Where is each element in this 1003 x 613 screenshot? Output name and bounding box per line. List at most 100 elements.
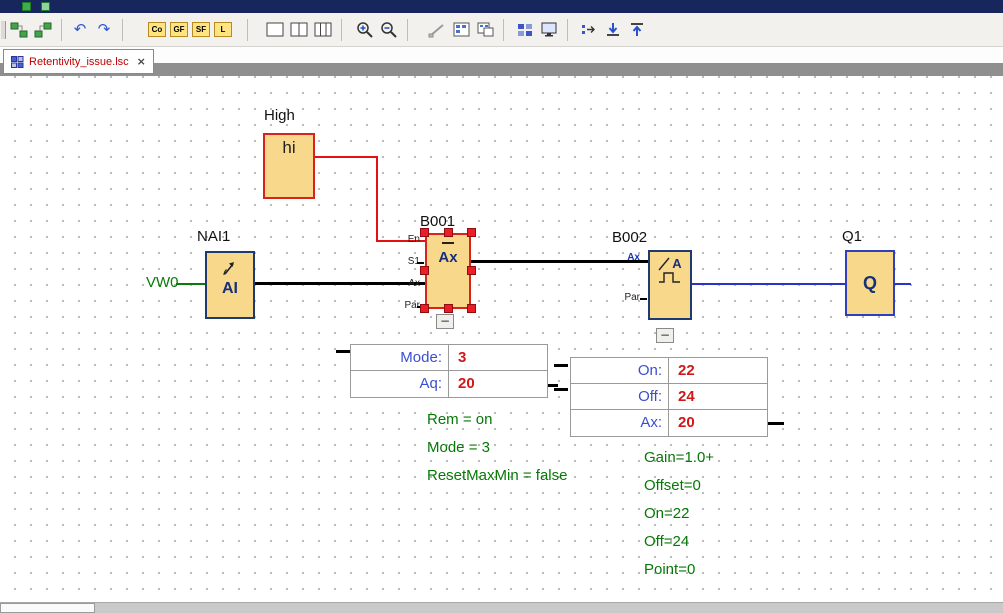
param-value[interactable]: 24	[669, 384, 767, 409]
annotation-line: Off=24	[644, 528, 714, 556]
upload-button[interactable]	[626, 17, 648, 43]
wire-hi-en-h1[interactable]	[315, 156, 378, 158]
draw-connection-icon	[428, 22, 446, 38]
selection-handle-tl[interactable]	[420, 228, 429, 237]
block-name-nai1: NAI1	[197, 228, 230, 245]
document-tab[interactable]: Retentivity_issue.lsc ×	[3, 49, 154, 74]
basic-functions-button[interactable]: GF	[170, 22, 188, 37]
triple-window-button[interactable]	[312, 17, 334, 43]
block-q1[interactable]: Q	[845, 250, 895, 316]
annotation-line: Point=0	[644, 556, 714, 584]
transfer-settings-button[interactable]	[578, 17, 600, 43]
ai-symbol: AI	[222, 280, 238, 298]
renumber-blocks-icon	[453, 22, 470, 37]
toolbar-separator	[247, 19, 248, 41]
upload-icon	[629, 22, 645, 37]
single-window-button[interactable]	[264, 17, 286, 43]
file-icon	[11, 56, 24, 68]
close-icon[interactable]: ×	[137, 55, 146, 68]
network-view-button[interactable]	[32, 17, 54, 43]
horizontal-scrollbar[interactable]	[0, 602, 1003, 613]
titlebar-app-icon	[22, 2, 31, 11]
param-label: Mode:	[351, 345, 449, 370]
special-functions-button[interactable]: SF	[192, 22, 210, 37]
annotation-b002: Gain=1.0+ Offset=0 On=22 Off=24 Point=0	[644, 444, 714, 584]
collapse-button-b001[interactable]: −	[436, 314, 454, 329]
table-stub-left1-b002	[554, 364, 568, 367]
split-window-button[interactable]	[288, 17, 310, 43]
table-stub-left-b001	[336, 350, 350, 353]
toolbar-separator	[341, 19, 342, 41]
main-toolbar: ↶ ↷ Co GF SF L	[0, 13, 1003, 47]
constants-button[interactable]: Co	[148, 22, 166, 37]
titlebar-doc-icon	[41, 2, 50, 11]
annotation-line: ResetMaxMin = false	[427, 462, 567, 490]
annotation-line: Gain=1.0+	[644, 444, 714, 472]
block-hi[interactable]: hi	[263, 133, 315, 199]
redo-button[interactable]: ↷	[93, 17, 115, 43]
annotation-line: Mode = 3	[427, 434, 567, 462]
wire-hi-en-v[interactable]	[376, 156, 378, 242]
pin-stub-b002-par	[640, 298, 647, 300]
selection-handle-br[interactable]	[467, 304, 476, 313]
wire-vw0-ai[interactable]	[176, 283, 205, 285]
annotation-line: Rem = on	[427, 406, 567, 434]
selection-handle-bl[interactable]	[420, 304, 429, 313]
block-b001[interactable]: Ax	[425, 233, 471, 309]
collapse-button-b002[interactable]: −	[656, 328, 674, 343]
selection-handle-bc[interactable]	[444, 304, 453, 313]
page-layout-button[interactable]	[474, 17, 496, 43]
param-label: Aq:	[351, 371, 449, 397]
param-label: Off:	[571, 384, 669, 409]
draw-connection-button[interactable]	[426, 17, 448, 43]
param-value[interactable]: 22	[669, 358, 767, 383]
pin-stub-s1	[417, 262, 424, 264]
split-project-button[interactable]	[8, 17, 30, 43]
diagram-canvas[interactable]: High hi NAI1 VW0 AI B001 En S1	[0, 76, 1003, 602]
titlebar	[0, 0, 1003, 13]
scrollbar-thumb[interactable]	[0, 603, 95, 613]
selection-handle-mr[interactable]	[467, 266, 476, 275]
wire-q1-stub[interactable]	[895, 283, 911, 285]
toolbar-separator	[503, 19, 504, 41]
wire-b002-q1[interactable]	[692, 283, 845, 285]
split-project-icon	[10, 22, 28, 38]
block-b002[interactable]: A	[648, 250, 692, 320]
triple-window-icon	[314, 22, 332, 37]
tab-bar: Retentivity_issue.lsc ×	[0, 47, 1003, 76]
download-button[interactable]	[602, 17, 624, 43]
toolbar-separator	[61, 19, 62, 41]
pin-label-b002-par: Par	[614, 292, 640, 303]
table-stub-right-b002	[768, 422, 784, 425]
param-row: On: 22	[571, 358, 767, 384]
clipped-toolbar-icon[interactable]	[1, 21, 6, 39]
zoom-in-icon	[356, 21, 374, 39]
undo-button[interactable]: ↶	[69, 17, 91, 43]
labels-button[interactable]: L	[214, 22, 232, 37]
b002-symbol: A	[672, 256, 681, 271]
zoom-out-button[interactable]	[378, 17, 400, 43]
param-label: On:	[571, 358, 669, 383]
block-ai[interactable]: AI	[205, 251, 255, 319]
param-table-b002[interactable]: On: 22 Off: 24 Ax: 20	[570, 357, 768, 437]
block-name-high: High	[264, 107, 295, 124]
app-window: ↶ ↷ Co GF SF L	[0, 0, 1003, 613]
toolbar-separator	[407, 19, 408, 41]
simulation-icon	[517, 23, 533, 37]
selection-handle-tr[interactable]	[467, 228, 476, 237]
annotation-line: Offset=0	[644, 472, 714, 500]
online-test-button[interactable]	[538, 17, 560, 43]
param-value[interactable]: 20	[669, 410, 767, 436]
zoom-in-button[interactable]	[354, 17, 376, 43]
param-row: Off: 24	[571, 384, 767, 410]
renumber-blocks-button[interactable]	[450, 17, 472, 43]
selection-handle-tc[interactable]	[444, 228, 453, 237]
redo-icon: ↷	[98, 22, 111, 37]
param-value[interactable]: 20	[449, 371, 547, 397]
param-table-b001[interactable]: Mode: 3 Aq: 20	[350, 344, 548, 398]
selection-handle-ml[interactable]	[420, 266, 429, 275]
tab-title: Retentivity_issue.lsc	[29, 56, 129, 68]
simulation-button[interactable]	[514, 17, 536, 43]
param-value[interactable]: 3	[449, 345, 547, 370]
pin-label-en: En	[398, 234, 420, 245]
